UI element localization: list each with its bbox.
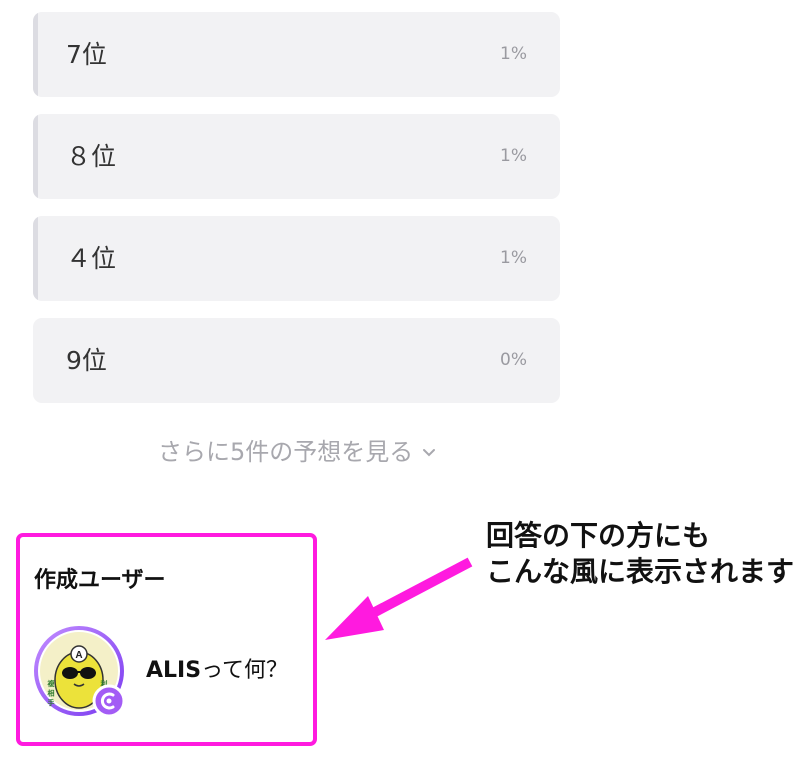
- poll-option-1[interactable]: 7位 1%: [33, 12, 560, 97]
- poll-option-label: 9位: [66, 346, 107, 375]
- avatar-text-left: 複 相 手: [47, 679, 56, 707]
- poll-option-4[interactable]: 9位 0%: [33, 318, 560, 403]
- poll-option-percent: 1%: [500, 248, 527, 268]
- poll-bar: [33, 216, 39, 301]
- show-more-label: さらに5件の予想を見る: [158, 438, 414, 466]
- poll-bar: [33, 12, 39, 97]
- creator-section-title: 作成ユーザー: [34, 568, 166, 593]
- poll-bar: [33, 114, 39, 199]
- avatar-badge-letter: A: [75, 650, 82, 661]
- poll-option-percent: 1%: [500, 146, 527, 166]
- creator-name-rest: って何？: [201, 658, 288, 683]
- creator-name-link[interactable]: ALISって何？: [146, 652, 288, 684]
- poll-option-label: ８位: [66, 142, 117, 171]
- creator-avatar[interactable]: A 複 相 手 利 確: [34, 626, 126, 718]
- poll-option-label: ４位: [66, 244, 117, 273]
- annotation-line-2: こんな風に表示されます: [486, 555, 795, 588]
- annotation-line-1: 回答の下の方にも: [486, 519, 711, 552]
- poll-option-2[interactable]: ８位 1%: [33, 114, 560, 199]
- show-more-link[interactable]: さらに5件の予想を見る: [158, 432, 439, 472]
- poll-option-label: 7位: [66, 40, 107, 69]
- poll-option-percent: 0%: [500, 350, 527, 370]
- poll-option-percent: 1%: [500, 44, 527, 64]
- poll-option-3[interactable]: ４位 1%: [33, 216, 560, 301]
- chevron-down-icon: [423, 449, 436, 457]
- annotation-text: 回答の下の方にも こんな風に表示されます: [486, 518, 794, 590]
- verified-badge-icon: [92, 684, 126, 718]
- creator-name-latin: ALIS: [146, 658, 202, 683]
